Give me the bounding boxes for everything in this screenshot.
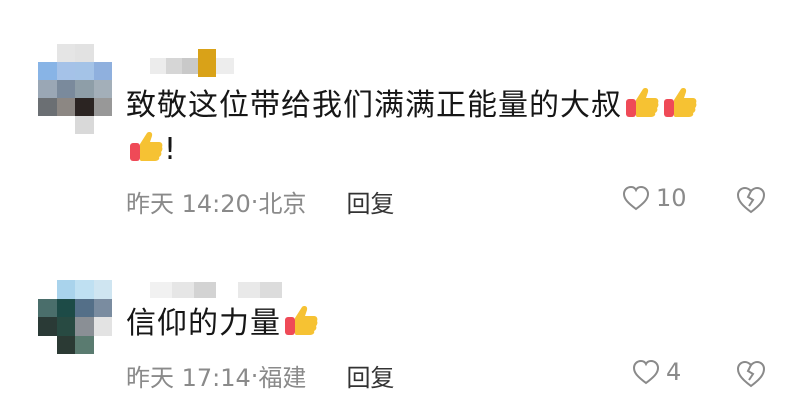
reply-button[interactable]: 回复 — [346, 184, 394, 219]
location: 北京 — [258, 190, 307, 218]
avatar[interactable] — [38, 44, 112, 134]
avatar[interactable] — [38, 280, 112, 354]
like-count: 10 — [656, 184, 687, 212]
comment-text-content: 致敬这位带给我们满满正能量的大叔 — [126, 88, 622, 123]
comment-item: 致敬这位带给我们满满正能量的大叔! 昨天 14:20 · 北京 回复 10 — [0, 0, 800, 240]
thumbs-up-emoji-icon — [626, 88, 659, 117]
heart-outline-icon — [632, 359, 660, 385]
meta-separator: · — [250, 187, 259, 216]
like-button[interactable]: 4 — [632, 358, 681, 386]
thumbs-up-emoji-icon — [285, 306, 318, 335]
like-button[interactable]: 10 — [622, 184, 687, 212]
broken-heart-outline-icon[interactable] — [736, 186, 766, 214]
comment-text-content: 信仰的力量 — [126, 306, 281, 341]
username-blurred[interactable] — [150, 276, 304, 304]
location: 福建 — [258, 364, 307, 392]
username-blurred[interactable] — [150, 49, 234, 80]
thumbs-up-emoji-icon — [664, 88, 697, 117]
timestamp: 昨天 17:14 — [126, 364, 251, 392]
comment-text: 致敬这位带给我们满满正能量的大叔! — [126, 84, 740, 172]
heart-outline-icon — [622, 185, 650, 211]
thumbs-up-emoji-icon — [130, 132, 163, 161]
comment-text-tail: ! — [164, 132, 178, 167]
timestamp: 昨天 14:20 — [126, 190, 251, 218]
comment-text: 信仰的力量 — [126, 302, 740, 346]
reply-button[interactable]: 回复 — [346, 358, 394, 393]
broken-heart-outline-icon[interactable] — [736, 360, 766, 388]
comment-item: 信仰的力量 昨天 17:14 · 福建 回复 4 — [0, 262, 800, 419]
meta-separator: · — [250, 361, 259, 390]
comment-meta: 昨天 14:20 · 北京 回复 — [126, 184, 394, 219]
like-count: 4 — [666, 358, 682, 386]
comment-meta: 昨天 17:14 · 福建 回复 — [126, 358, 394, 393]
